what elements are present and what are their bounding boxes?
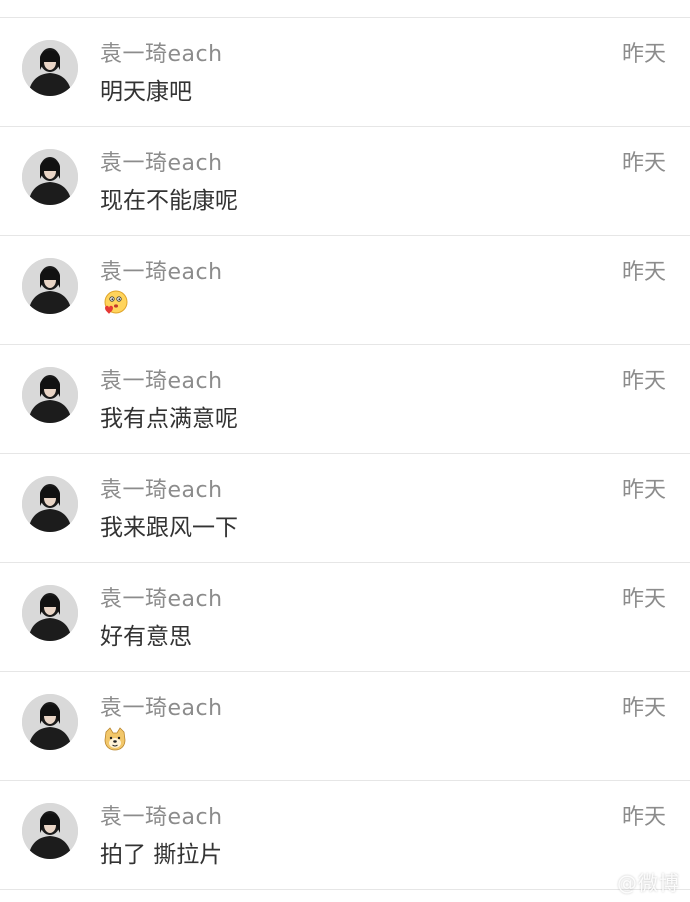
username[interactable]: 袁一琦each bbox=[100, 254, 223, 286]
comment-row[interactable]: 袁一琦each 昨天 现在不能康呢 bbox=[0, 127, 690, 236]
timestamp: 昨天 bbox=[621, 587, 666, 612]
username[interactable]: 袁一琦each bbox=[100, 36, 223, 68]
avatar[interactable] bbox=[22, 476, 78, 532]
username[interactable]: 袁一琦each bbox=[100, 581, 223, 613]
timestamp: 昨天 bbox=[621, 805, 666, 830]
timestamp: 昨天 bbox=[621, 260, 666, 285]
comment-text: 我来跟风一下 bbox=[100, 515, 238, 541]
comment-row[interactable]: 袁一琦each 昨天 我有点满意呢 bbox=[0, 345, 690, 454]
username[interactable]: 袁一琦each bbox=[100, 363, 223, 395]
avatar[interactable] bbox=[22, 149, 78, 205]
avatar[interactable] bbox=[22, 40, 78, 96]
avatar[interactable] bbox=[22, 258, 78, 314]
comment-text: 拍了 撕拉片 bbox=[100, 842, 223, 868]
comment-row[interactable]: 袁一琦each 昨天 拍了 撕拉片 bbox=[0, 781, 690, 890]
avatar[interactable] bbox=[22, 585, 78, 641]
comment-row[interactable]: 袁一琦each 昨天 我来跟风一下 bbox=[0, 454, 690, 563]
username[interactable]: 袁一琦each bbox=[100, 799, 223, 831]
timestamp: 昨天 bbox=[621, 151, 666, 176]
comment-text: 现在不能康呢 bbox=[100, 188, 238, 214]
timestamp: 昨天 bbox=[621, 478, 666, 503]
kiss-emoji-icon bbox=[102, 290, 128, 316]
comment-row[interactable]: 袁一琦each 昨天 好有意思 bbox=[0, 563, 690, 672]
comment-text: 明天康吧 bbox=[100, 79, 192, 105]
timestamp: 昨天 bbox=[621, 696, 666, 721]
comment-row[interactable]: 袁一琦each 昨天 bbox=[0, 672, 690, 781]
doge-emoji-icon bbox=[102, 726, 128, 752]
comment-text: 好有意思 bbox=[100, 624, 192, 650]
username[interactable]: 袁一琦each bbox=[100, 472, 223, 504]
comment-row[interactable]: 袁一琦each 昨天 bbox=[0, 236, 690, 345]
avatar[interactable] bbox=[22, 803, 78, 859]
comment-list: 袁一琦each 昨天 明天康吧 袁一琦each 昨天 现在不能康呢 袁一琦eac… bbox=[0, 0, 690, 890]
timestamp: 昨天 bbox=[621, 42, 666, 67]
comment-text: 我有点满意呢 bbox=[100, 406, 238, 432]
timestamp: 昨天 bbox=[621, 369, 666, 394]
comment-row[interactable]: 袁一琦each 昨天 明天康吧 bbox=[0, 18, 690, 127]
avatar[interactable] bbox=[22, 367, 78, 423]
weibo-watermark: @微博 bbox=[617, 871, 680, 895]
username[interactable]: 袁一琦each bbox=[100, 690, 223, 722]
username[interactable]: 袁一琦each bbox=[100, 145, 223, 177]
avatar[interactable] bbox=[22, 694, 78, 750]
